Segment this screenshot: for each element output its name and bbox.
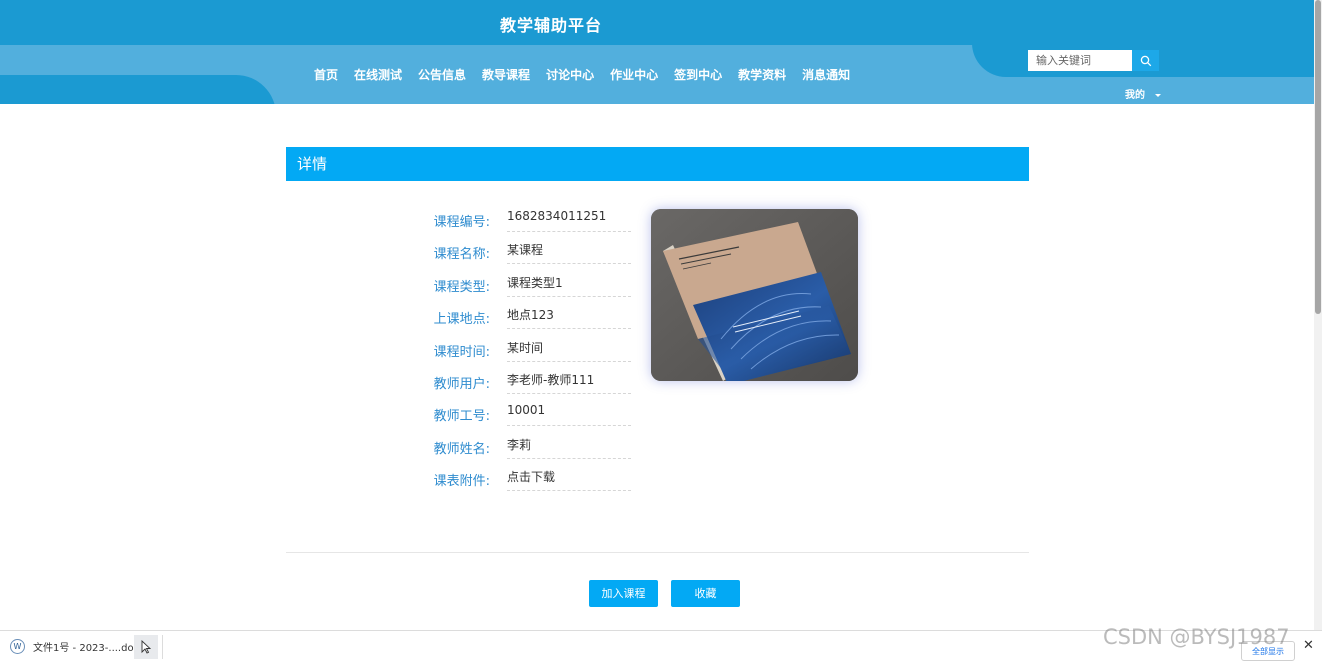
download-item[interactable]: W 文件1号 - 2023-....doc (10, 639, 139, 654)
field-label: 上课地点: (433, 312, 490, 328)
page-scrollbar[interactable] (1314, 0, 1322, 630)
download-item-menu[interactable] (134, 635, 158, 659)
site-header: 教学辅助平台 首页 在线测试 公告信息 教导课程 讨论中心 作业中心 签到中心 … (0, 0, 1314, 104)
nav-materials[interactable]: 教学资料 (738, 66, 786, 83)
field-value: 某课程 (507, 241, 631, 265)
download-separator (162, 635, 163, 659)
nav-announcements[interactable]: 公告信息 (418, 66, 466, 83)
nav-online-test[interactable]: 在线测试 (354, 66, 402, 83)
field-value: 1682834011251 (507, 209, 631, 232)
course-cover-image (651, 209, 858, 381)
field-value: 10001 (507, 403, 631, 427)
close-icon[interactable]: ✕ (1303, 638, 1314, 653)
field-value: 李莉 (507, 436, 631, 459)
book-illustration (651, 209, 858, 381)
cursor-icon (141, 640, 151, 654)
search-input[interactable] (1028, 50, 1132, 71)
user-menu-label: 我的 (1125, 90, 1145, 101)
join-course-button[interactable]: 加入课程 (589, 580, 658, 607)
nav-messages[interactable]: 消息通知 (802, 66, 850, 83)
field-label: 课表附件: (433, 474, 490, 490)
nav-checkin[interactable]: 签到中心 (674, 66, 722, 83)
search-button[interactable] (1132, 50, 1159, 71)
field-label: 课程时间: (433, 344, 490, 360)
document-icon: W (10, 639, 25, 654)
search-box (1028, 50, 1159, 71)
header-decor-left (0, 75, 276, 104)
watermark: CSDN @BYSJ1987 (1103, 625, 1290, 649)
field-value: 李老师-教师111 (507, 371, 631, 394)
field-label: 课程名称: (433, 247, 490, 263)
nav-courses[interactable]: 教导课程 (482, 66, 530, 83)
field-label: 教师工号: (433, 409, 490, 425)
nav-home[interactable]: 首页 (314, 66, 338, 83)
field-label: 课程类型: (433, 279, 490, 295)
user-menu[interactable]: 我的 (1125, 86, 1161, 101)
section-divider (286, 552, 1029, 553)
favorite-button[interactable]: 收藏 (671, 580, 740, 607)
field-label: 教师用户: (433, 376, 490, 392)
download-link[interactable]: 点击下载 (507, 468, 631, 492)
field-value: 课程类型1 (507, 274, 631, 297)
search-icon (1140, 55, 1151, 66)
download-file-name: 文件1号 - 2023-....doc (33, 643, 140, 654)
field-label: 教师姓名: (433, 441, 490, 457)
main-nav: 首页 在线测试 公告信息 教导课程 讨论中心 作业中心 签到中心 教学资料 消息… (314, 66, 866, 83)
nav-homework[interactable]: 作业中心 (610, 66, 658, 83)
field-label: 课程编号: (433, 215, 490, 230)
field-value: 某时间 (507, 339, 631, 362)
nav-discussion[interactable]: 讨论中心 (546, 66, 594, 83)
chevron-down-icon (1155, 94, 1161, 97)
detail-title-bar: 详情 (286, 147, 1029, 181)
scrollbar-thumb[interactable] (1315, 0, 1321, 314)
field-value: 地点123 (507, 306, 631, 330)
site-title: 教学辅助平台 (500, 16, 603, 35)
